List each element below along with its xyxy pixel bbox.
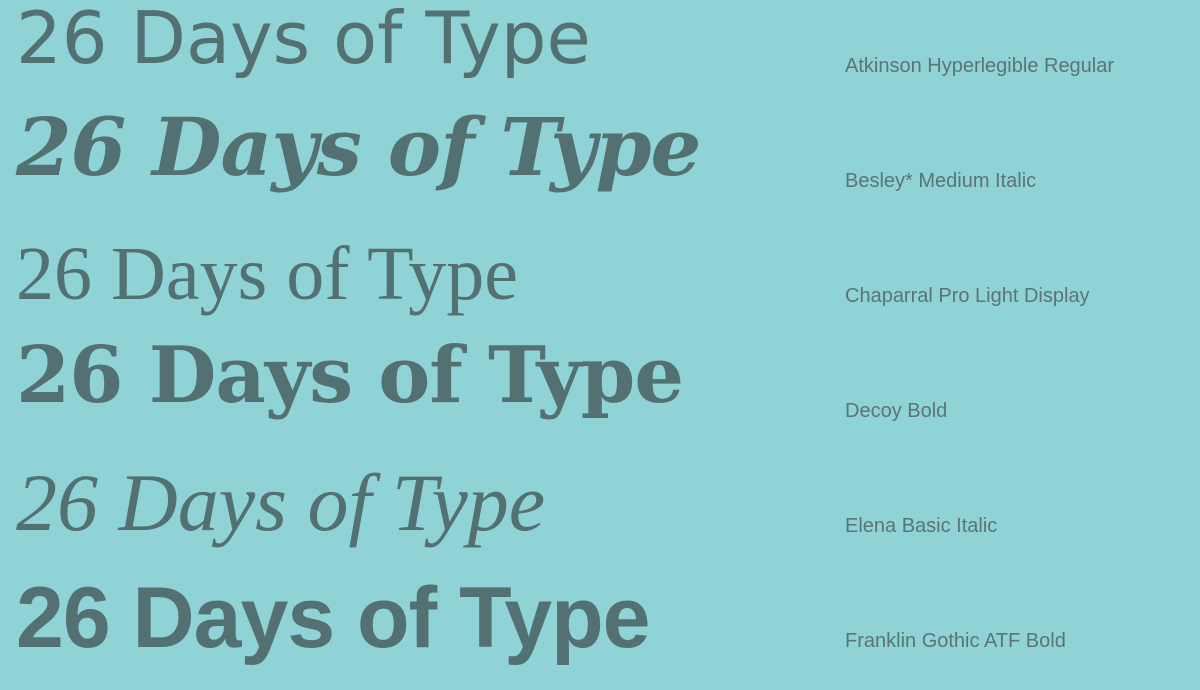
specimen-sample: 26 Days of Type	[16, 330, 684, 421]
specimen-sample: 26 Days of Type	[16, 232, 518, 316]
specimen-row-franklin: 26 Days of Type Franklin Gothic ATF Bold	[0, 575, 1200, 690]
specimen-row-decoy: 26 Days of Type Decoy Bold	[0, 337, 1200, 460]
font-name-label: Besley* Medium Italic	[845, 170, 1037, 192]
font-name-label: Chaparral Pro Light Display	[845, 285, 1090, 307]
font-name-label: Atkinson Hyperlegible Regular	[845, 55, 1115, 77]
specimen-row-besley: 26 Days of Type Besley* Medium Italic	[0, 107, 1200, 230]
specimen-sample: 26 Days of Type	[16, 457, 546, 548]
specimen-sample: 26 Days of Type	[16, 100, 701, 194]
specimen-sample: 26 Days of Type	[16, 570, 650, 666]
specimen-row-atkinson: 26 Days of Type Atkinson Hyperlegible Re…	[0, 0, 1200, 115]
font-name-label: Decoy Bold	[845, 400, 948, 422]
specimen-sample: 26 Days of Type	[16, 0, 591, 80]
specimen-row-elena: 26 Days of Type Elena Basic Italic	[0, 460, 1200, 575]
font-name-label: Franklin Gothic ATF Bold	[845, 630, 1066, 652]
font-name-label: Elena Basic Italic	[845, 515, 998, 537]
specimen-row-chaparral: 26 Days of Type Chaparral Pro Light Disp…	[0, 230, 1200, 345]
